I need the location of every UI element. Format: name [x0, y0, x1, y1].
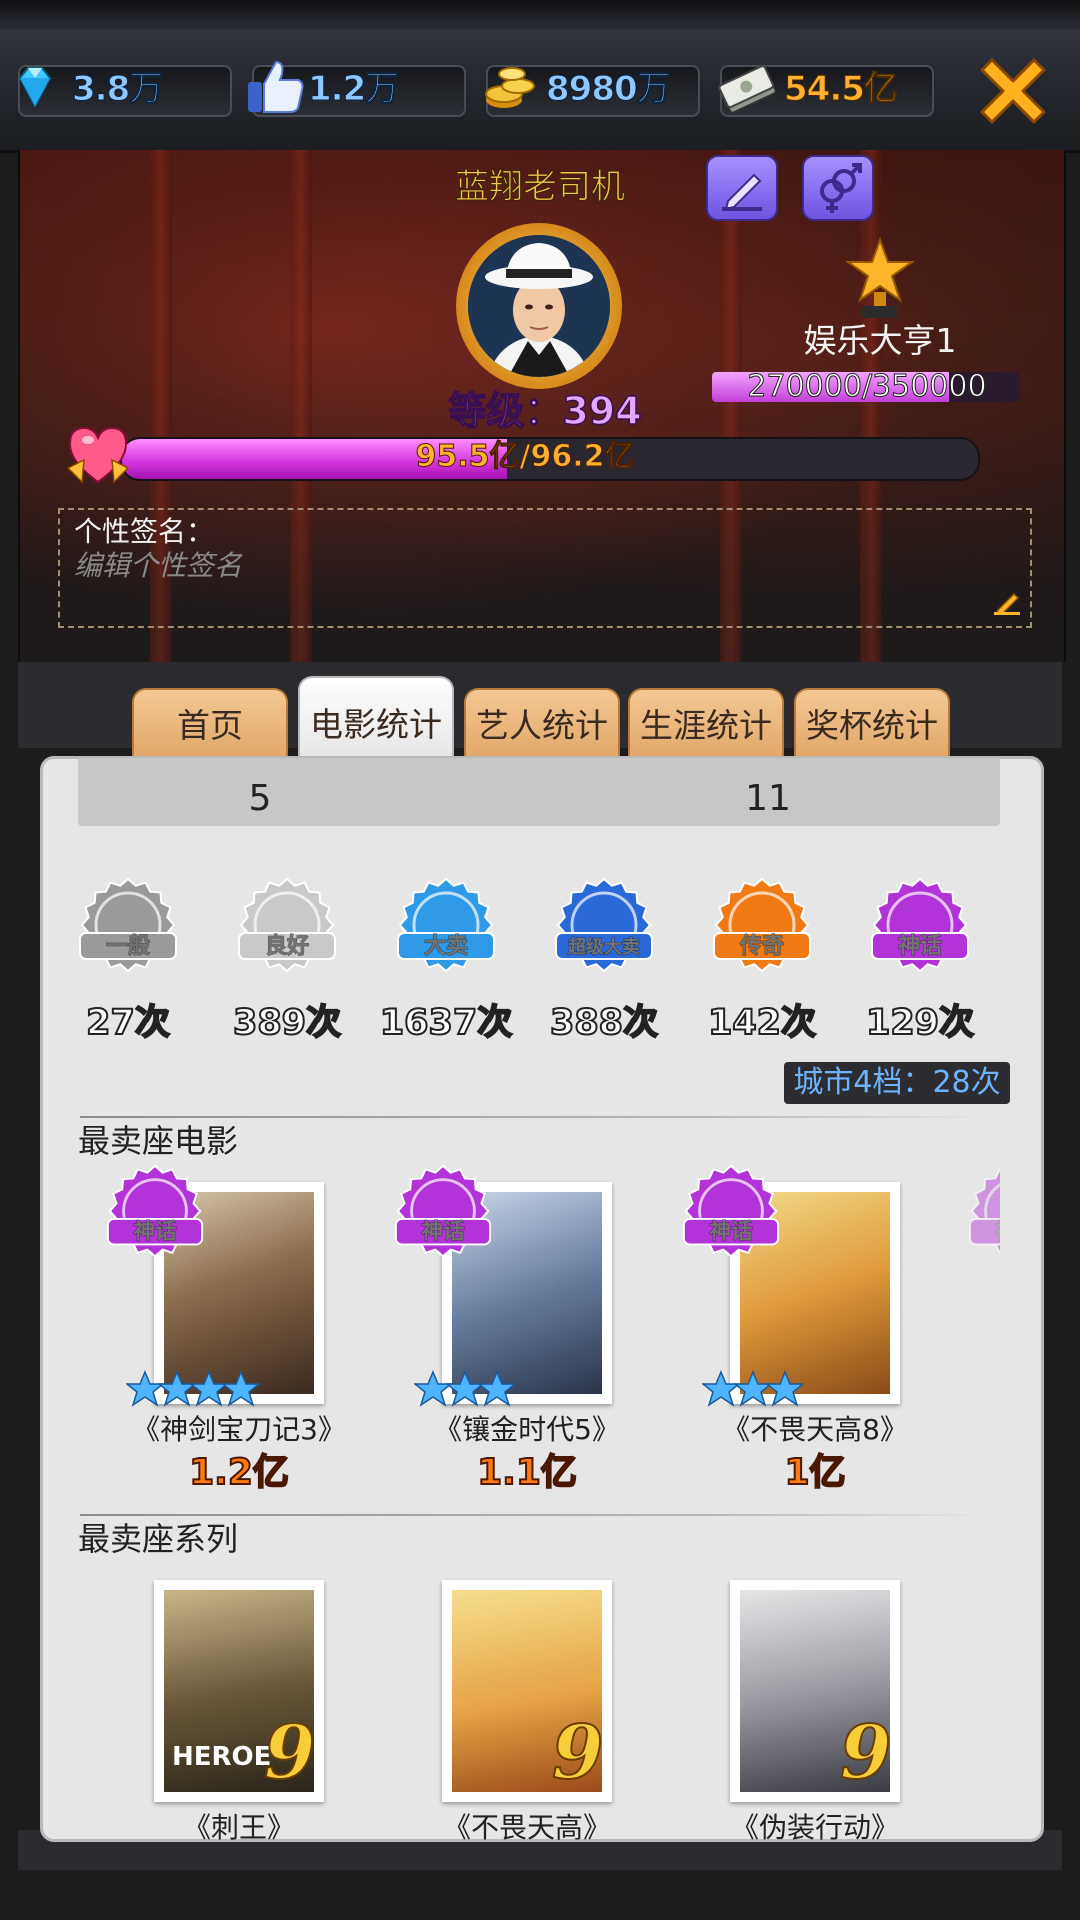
- gender-icon: [820, 163, 862, 213]
- stat-value: 11: [745, 778, 791, 819]
- rating-badge: 神话: [868, 875, 972, 983]
- mythic-badge-icon: 神话: [682, 1164, 780, 1258]
- poster-text: HEROE: [172, 1742, 272, 1772]
- star-icon: [478, 1370, 516, 1407]
- svg-text:神话: 神话: [995, 1219, 1000, 1245]
- mythic-badge: 神话: [100, 1162, 210, 1268]
- series-title: 《伪装行动》: [730, 1811, 899, 1844]
- tab-trophy-stats[interactable]: 奖杯统计: [794, 688, 950, 762]
- rating-badge: 超级大卖: [552, 875, 656, 983]
- star-rating: [702, 1370, 804, 1408]
- player-name: 蓝翔老司机: [455, 167, 626, 208]
- gold-value: 8980万: [546, 69, 672, 110]
- rating-count: 129次: [865, 1002, 975, 1044]
- rating-badge-icon: 超级大卖: [555, 877, 653, 973]
- mythic-badge-icon: 神话: [968, 1168, 1000, 1254]
- star-rating: [414, 1370, 516, 1408]
- city-tier-count: 城市4档：28次: [784, 1062, 1010, 1104]
- best-movies-title: 最卖座电影: [78, 1122, 239, 1160]
- svg-text:神话: 神话: [421, 1219, 465, 1245]
- rating-badge: 传奇: [710, 875, 814, 983]
- diamond-icon: [18, 67, 52, 109]
- trophy-icon: [844, 237, 916, 318]
- gold-coins-icon: [485, 67, 535, 108]
- cash-icon: [718, 65, 777, 114]
- svg-text:大卖: 大卖: [424, 933, 468, 959]
- thumbs-up-icon: [248, 60, 304, 113]
- mythic-badge-icon: 神话: [394, 1164, 492, 1258]
- star-rating: [126, 1370, 260, 1408]
- svg-text:神话: 神话: [898, 933, 942, 959]
- pen-icon: [722, 173, 762, 211]
- top-edge: [0, 0, 1080, 30]
- rating-count: 27次: [85, 1002, 171, 1044]
- edit-signature-icon[interactable]: [992, 588, 1022, 616]
- signature-input[interactable]: 编辑个性签名: [74, 546, 674, 586]
- close-button[interactable]: [970, 48, 1056, 134]
- rating-badge: 大卖: [394, 875, 498, 983]
- star-icon: [222, 1370, 260, 1407]
- rating-badge: 良好: [235, 875, 339, 983]
- rating-count: 389次: [232, 1002, 342, 1044]
- star-icon: [766, 1370, 804, 1407]
- title-progress-text: 270000/350000: [747, 369, 987, 404]
- rating-badge: 一般: [76, 875, 180, 983]
- mythic-badge: 神话: [388, 1162, 498, 1268]
- svg-text:神话: 神话: [133, 1219, 177, 1245]
- rating-count: 388次: [549, 1002, 659, 1044]
- box-office-progress-text: 95.5亿/96.2亿: [415, 439, 635, 475]
- best-series-title: 最卖座系列: [78, 1520, 239, 1558]
- svg-text:良好: 良好: [265, 933, 309, 959]
- movie-title: 《镶金时代5》: [434, 1413, 620, 1446]
- rating-badge-icon: 传奇: [713, 877, 811, 973]
- movie-gross: 1.1亿: [476, 1451, 578, 1494]
- mythic-badge-clipped: 神话: [962, 1162, 1000, 1268]
- player-title: 娱乐大亨1: [803, 321, 957, 360]
- series-count: 9: [263, 1709, 316, 1797]
- series-title: 《不畏天高》: [442, 1811, 611, 1844]
- series-count: 9: [551, 1709, 604, 1797]
- rating-badge-icon: 神话: [871, 877, 969, 973]
- rating-count: 1637次: [379, 1002, 513, 1044]
- avatar[interactable]: [468, 235, 610, 377]
- svg-text:一般: 一般: [106, 933, 150, 959]
- svg-text:超级大卖: 超级大卖: [568, 936, 640, 958]
- tab-career-stats[interactable]: 生涯统计: [628, 688, 784, 762]
- movie-title: 《不畏天高8》: [722, 1413, 908, 1446]
- movie-gross: 1亿: [783, 1451, 846, 1494]
- close-icon: [980, 58, 1046, 124]
- svg-text:传奇: 传奇: [739, 933, 784, 959]
- stat-value: 5: [248, 778, 272, 819]
- tab-home[interactable]: 首页: [132, 688, 288, 762]
- likes-value: 1.2万: [308, 69, 400, 110]
- svg-text:神话: 神话: [709, 1219, 753, 1245]
- player-level: 等级：394: [448, 388, 643, 434]
- cash-value: 54.5亿: [784, 69, 899, 110]
- movie-title: 《神剑宝刀记3》: [132, 1413, 346, 1446]
- avatar-portrait: [468, 235, 610, 377]
- gender-button[interactable]: [802, 155, 874, 221]
- tab-artist-stats[interactable]: 艺人统计: [464, 688, 620, 762]
- diamond-value: 3.8万: [72, 69, 164, 110]
- series-title: 《刺王》: [182, 1811, 295, 1844]
- rating-badge-icon: 良好: [238, 877, 336, 973]
- rating-badge-icon: 大卖: [397, 877, 495, 973]
- mythic-badge: 神话: [676, 1162, 786, 1268]
- tab-movie-stats[interactable]: 电影统计: [298, 676, 454, 762]
- rename-button[interactable]: [706, 155, 778, 221]
- movie-gross: 1.2亿: [188, 1451, 290, 1494]
- mythic-badge-icon: 神话: [106, 1164, 204, 1258]
- rating-badge-icon: 一般: [79, 877, 177, 973]
- rating-count: 142次: [707, 1002, 817, 1044]
- series-count: 9: [839, 1709, 892, 1797]
